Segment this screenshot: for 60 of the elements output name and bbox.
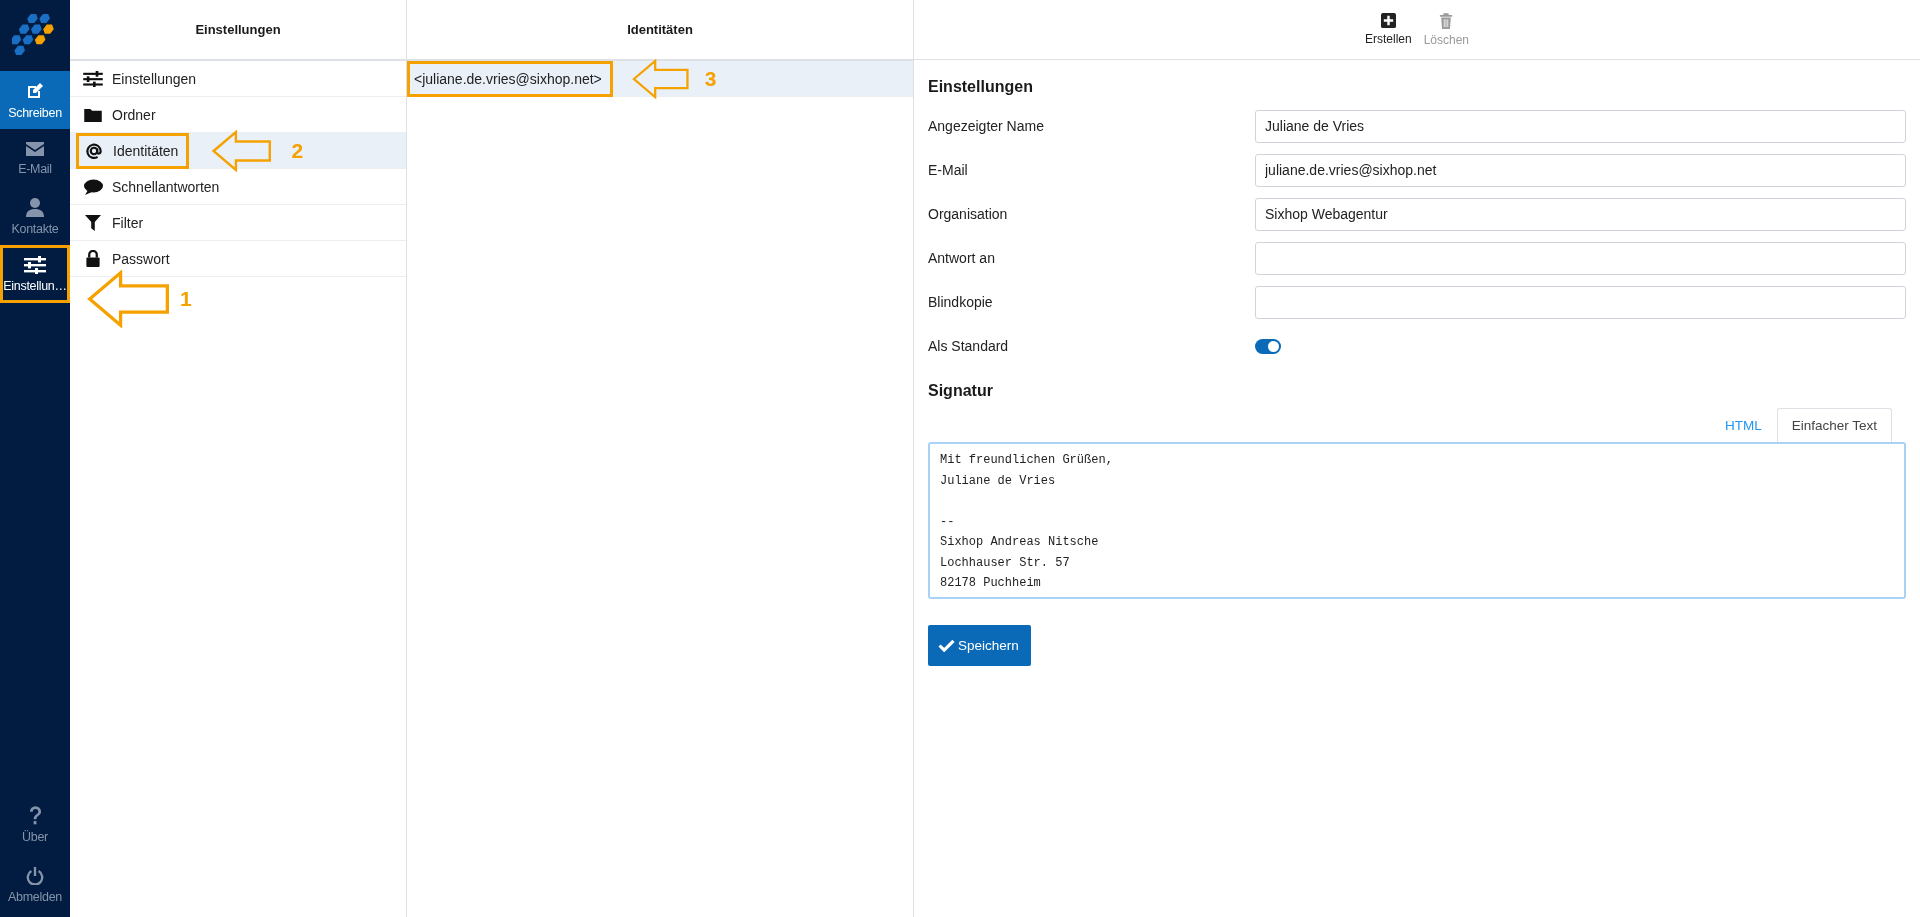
- annotation-number: 3: [704, 66, 717, 91]
- envelope-icon: [25, 140, 45, 157]
- toggle-switch[interactable]: [1255, 338, 1281, 354]
- field-label: Als Standard: [928, 338, 1010, 354]
- field-label: Blindkopie: [928, 294, 994, 310]
- identity-list-item[interactable]: <juliane.de.vries@sixhop.net> 3: [407, 61, 913, 97]
- identity-label: <juliane.de.vries@sixhop.net>: [414, 70, 602, 87]
- section-heading: Signatur: [928, 382, 994, 400]
- field-label: Angezeigter Name: [928, 118, 1045, 134]
- nav-label: Abmelden: [8, 889, 62, 904]
- nav-label: E-Mail: [18, 161, 52, 176]
- funnel-icon: [82, 214, 104, 231]
- question-mark-icon: [28, 806, 42, 825]
- settings-label: Einstellungen: [112, 70, 197, 87]
- edit-icon: [25, 80, 45, 101]
- settings-list-item[interactable]: Filter: [70, 205, 406, 241]
- field-label: Antwort an: [928, 250, 996, 266]
- save-button[interactable]: Speichern: [928, 625, 1031, 666]
- annotation-number: 1: [180, 287, 192, 311]
- editor-tab[interactable]: Einfacher Text: [1776, 408, 1892, 442]
- speech-bubble-icon: [82, 178, 104, 195]
- plus-icon: [1380, 13, 1396, 28]
- power-icon: [26, 866, 44, 885]
- settings-list-item[interactable]: Identitäten 2: [70, 133, 406, 169]
- sliders-icon: [82, 70, 104, 87]
- nav-label: Kontakte: [11, 221, 59, 236]
- settings-list-item[interactable]: Schnellantworten: [70, 169, 406, 205]
- trash-icon: [1439, 12, 1454, 29]
- nav-label: Schreiben: [8, 105, 62, 120]
- settings-label: Schnellantworten: [112, 178, 220, 195]
- nav-label: Einstellun…: [3, 278, 67, 293]
- text-field[interactable]: [1255, 241, 1906, 275]
- checkmark-icon: [938, 639, 955, 652]
- field-label: Organisation: [928, 206, 1009, 222]
- nav-item[interactable]: Schreiben: [0, 71, 70, 129]
- toolbar-button[interactable]: Erstellen: [1362, 13, 1414, 46]
- nav-item[interactable]: Abmelden: [0, 857, 70, 913]
- settings-label: Filter: [112, 214, 144, 231]
- column-title: Einstellungen: [70, 0, 406, 61]
- settings-list-item[interactable]: Einstellungen: [70, 61, 406, 97]
- text-field[interactable]: juliane.de.vries@sixhop.net: [1255, 153, 1906, 187]
- nav-item[interactable]: Über: [0, 797, 70, 853]
- user-icon: [25, 196, 45, 217]
- nav-item[interactable]: Kontakte: [0, 187, 70, 245]
- nav-label: Über: [22, 830, 48, 844]
- section-heading: Einstellungen: [928, 78, 1034, 96]
- folder-icon: [82, 107, 104, 122]
- signature-field[interactable]: Mit freundlichen Grüßen, Juliane de Vries -- Sixhop Andreas Nitsche Lochhauser Str. 57 82178 Puchheim: [928, 442, 1906, 599]
- nav-item[interactable]: E-Mail: [0, 129, 70, 187]
- settings-list-item[interactable]: Passwort: [70, 241, 406, 277]
- text-field[interactable]: Sixhop Webagentur: [1255, 197, 1906, 231]
- text-field[interactable]: Juliane de Vries: [1255, 109, 1906, 143]
- settings-label: Ordner: [112, 106, 156, 123]
- sliders-icon: [24, 255, 46, 274]
- annotation-number: 2: [291, 138, 304, 163]
- text-field[interactable]: [1255, 285, 1906, 319]
- settings-label: Passwort: [112, 250, 170, 267]
- settings-label: Identitäten: [113, 142, 179, 159]
- at-sign-icon: [83, 141, 105, 160]
- field-label: E-Mail: [928, 162, 969, 178]
